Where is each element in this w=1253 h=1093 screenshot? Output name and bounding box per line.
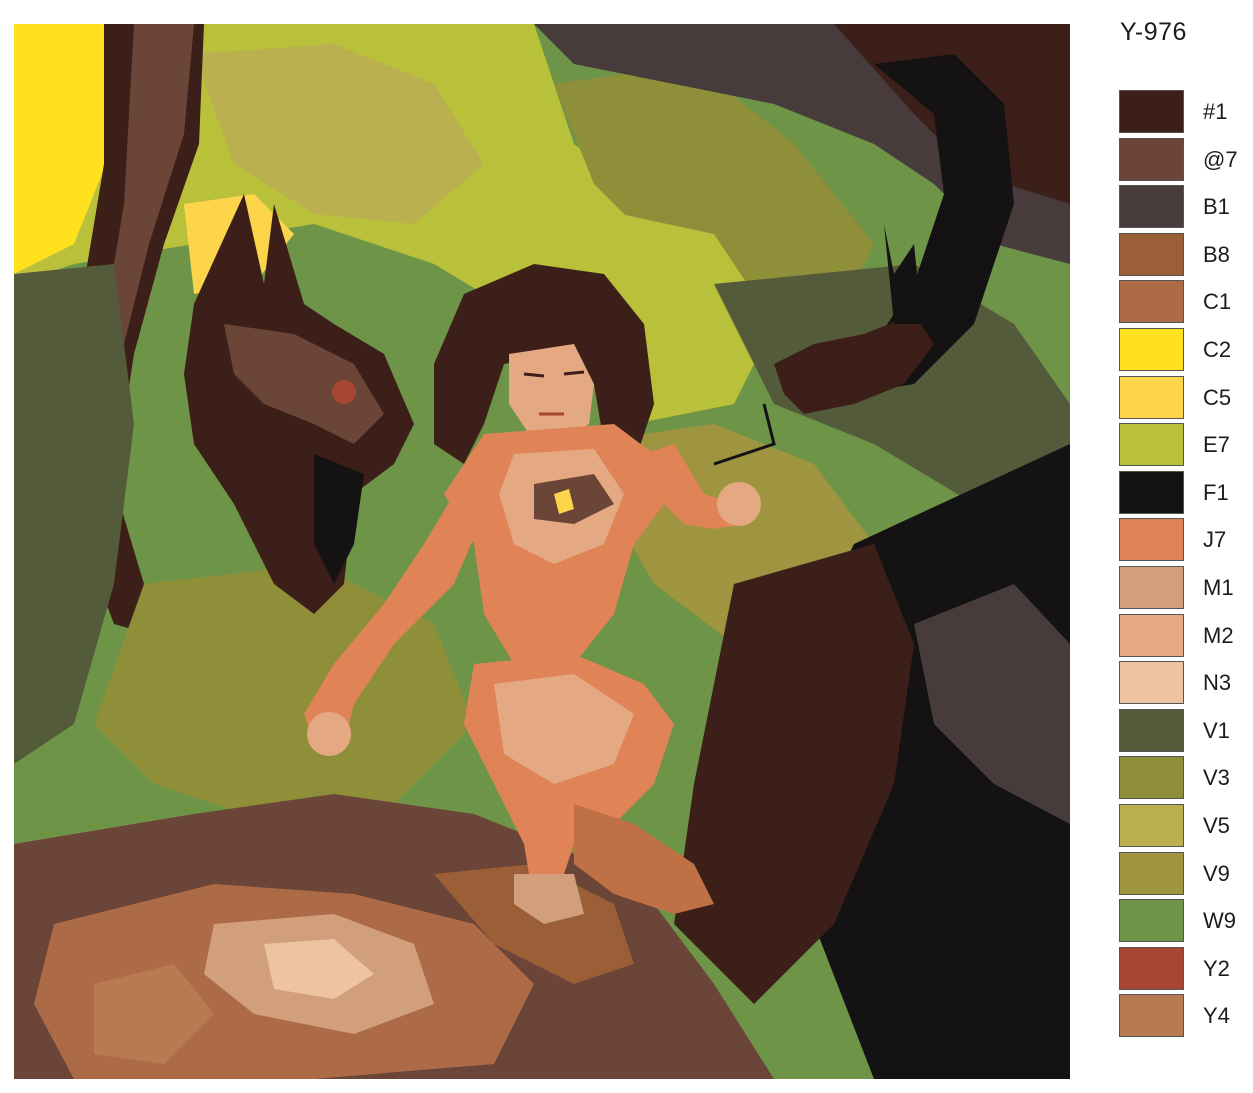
palette-item: M2 (1119, 613, 1244, 662)
color-swatch (1119, 899, 1184, 943)
color-code-label: E7 (1203, 432, 1230, 458)
color-code-label: M2 (1203, 622, 1234, 648)
color-code-label: J7 (1203, 527, 1227, 553)
color-code-label: V3 (1203, 765, 1230, 791)
palette-item: W9 (1119, 899, 1244, 947)
palette-item: V3 (1119, 756, 1244, 804)
paint-by-numbers-artwork (14, 24, 1070, 1079)
palette-item: C2 (1119, 327, 1244, 376)
palette-item: V1 (1119, 708, 1244, 757)
color-code-label: C1 (1203, 289, 1232, 315)
color-swatch (1119, 518, 1184, 562)
color-swatch (1119, 375, 1184, 419)
color-code-label: V5 (1203, 812, 1230, 838)
color-swatch (1119, 803, 1184, 847)
color-code-label: B1 (1203, 194, 1230, 220)
color-swatch (1119, 327, 1184, 371)
color-code-label: @7 (1203, 146, 1238, 172)
color-swatch (1119, 756, 1184, 800)
palette-item: @7 (1119, 137, 1244, 186)
color-code-label: V9 (1203, 860, 1230, 886)
color-swatch (1119, 708, 1184, 752)
palette-item: J7 (1119, 518, 1244, 566)
palette-item: M1 (1119, 565, 1244, 614)
palette-item: C1 (1119, 280, 1244, 328)
color-code-label: C2 (1203, 336, 1232, 362)
color-code-label: #1 (1203, 99, 1228, 124)
palette-item: B1 (1119, 185, 1244, 233)
color-code-label: N3 (1203, 670, 1232, 696)
color-swatch (1119, 661, 1184, 705)
color-code-label: Y2 (1203, 955, 1230, 981)
color-swatch (1119, 137, 1184, 181)
color-swatch (1119, 470, 1184, 514)
palette-item: #1 (1119, 90, 1244, 138)
color-code-label: Y4 (1203, 1003, 1230, 1029)
color-swatch (1119, 565, 1184, 609)
color-code-label: C5 (1203, 384, 1232, 410)
color-swatch (1119, 90, 1184, 133)
color-swatch (1119, 280, 1184, 324)
color-code-label: V1 (1203, 717, 1230, 743)
color-swatch (1119, 613, 1184, 657)
color-swatch (1119, 185, 1184, 229)
palette-item: Y4 (1119, 994, 1244, 1042)
color-code-label: F1 (1203, 479, 1229, 505)
color-palette-legend: #1 @7 B1 B8 C1 C2 C5 E7 F1 J7 M1 M2 N3 V1 V3 V5 V9 W9 Y2 Y4 (1119, 90, 1244, 1042)
color-code-label: M1 (1203, 574, 1234, 600)
color-swatch (1119, 423, 1184, 467)
color-swatch (1119, 232, 1184, 276)
palette-item: V9 (1119, 851, 1244, 900)
color-swatch (1119, 994, 1184, 1038)
color-code-label: B8 (1203, 241, 1230, 267)
color-swatch (1119, 946, 1184, 990)
palette-item: N3 (1119, 661, 1244, 709)
palette-item: F1 (1119, 470, 1244, 519)
kit-code-title: Y-976 (1120, 18, 1187, 46)
palette-item: B8 (1119, 232, 1244, 281)
palette-item: Y2 (1119, 946, 1244, 995)
palette-item: C5 (1119, 375, 1244, 424)
palette-item: E7 (1119, 423, 1244, 471)
color-swatch (1119, 851, 1184, 895)
color-code-label: W9 (1203, 908, 1236, 934)
palette-item: V5 (1119, 803, 1244, 852)
